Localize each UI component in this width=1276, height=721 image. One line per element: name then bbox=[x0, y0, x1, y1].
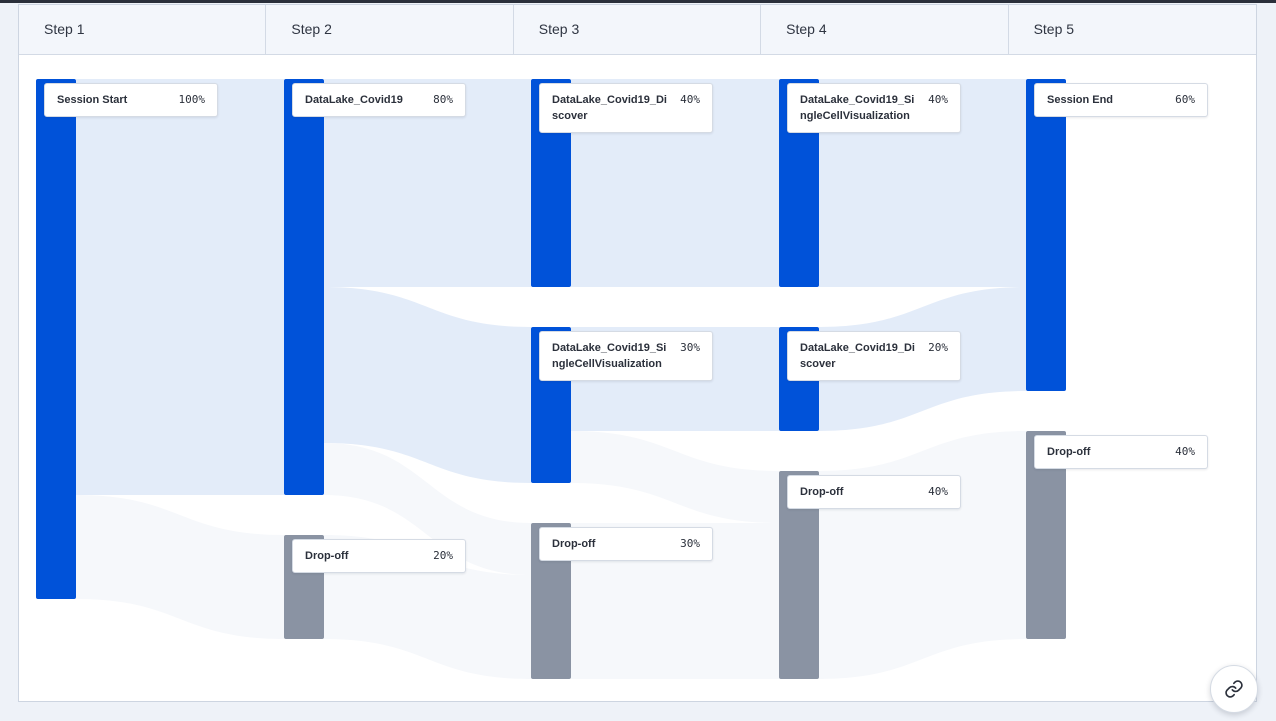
node-bar-s2_covid[interactable] bbox=[284, 79, 324, 495]
node-percentage: 30% bbox=[680, 341, 700, 354]
node-name: DataLake_Covid19_Discover bbox=[800, 342, 915, 370]
flow-link-s1_start-to-s2_drop[interactable] bbox=[76, 495, 284, 639]
node-name: Session Start bbox=[57, 94, 128, 106]
node-percentage: 40% bbox=[928, 93, 948, 106]
node-label-s5_drop[interactable]: Drop-off 40% bbox=[1034, 435, 1208, 469]
node-name: Drop-off bbox=[800, 486, 844, 498]
window-top-border bbox=[0, 0, 1276, 3]
node-label-s3_discover[interactable]: DataLake_Covid19_Discover 40% bbox=[539, 83, 713, 133]
node-name: DataLake_Covid19_SingleCellVisualization bbox=[800, 94, 915, 122]
node-percentage: 20% bbox=[928, 341, 948, 354]
node-name: DataLake_Covid19_SingleCellVisualization bbox=[552, 342, 667, 370]
node-percentage: 60% bbox=[1175, 93, 1195, 106]
flow-link-s4_drop-to-s5_drop[interactable] bbox=[819, 431, 1026, 679]
node-label-s2_covid[interactable]: DataLake_Covid19 80% bbox=[292, 83, 466, 117]
node-name: DataLake_Covid19 bbox=[305, 94, 403, 106]
flow-link-s1_start-to-s2_covid[interactable] bbox=[76, 79, 284, 495]
node-name: DataLake_Covid19_Discover bbox=[552, 94, 667, 122]
link-icon bbox=[1225, 680, 1243, 698]
copy-link-button[interactable] bbox=[1210, 665, 1258, 713]
node-percentage: 40% bbox=[1175, 445, 1195, 458]
node-label-s5_end[interactable]: Session End 60% bbox=[1034, 83, 1208, 117]
node-percentage: 100% bbox=[178, 93, 206, 106]
node-label-s3_drop[interactable]: Drop-off 30% bbox=[539, 527, 713, 561]
node-percentage: 40% bbox=[680, 93, 700, 106]
node-percentage: 30% bbox=[680, 537, 700, 550]
node-label-s2_drop[interactable]: Drop-off 20% bbox=[292, 539, 466, 573]
node-label-s4_single[interactable]: DataLake_Covid19_SingleCellVisualization… bbox=[787, 83, 961, 133]
node-label-s4_drop[interactable]: Drop-off 40% bbox=[787, 475, 961, 509]
node-label-s1_start[interactable]: Session Start 100% bbox=[44, 83, 218, 117]
node-percentage: 80% bbox=[433, 93, 453, 106]
node-name: Session End bbox=[1047, 94, 1114, 106]
flows-chart-panel: Step 1 Step 2 Step 3 Step 4 Step 5 Sessi… bbox=[18, 4, 1257, 702]
node-bar-s1_start[interactable] bbox=[36, 79, 76, 599]
node-name: Drop-off bbox=[1047, 446, 1091, 458]
node-percentage: 40% bbox=[928, 485, 948, 498]
node-name: Drop-off bbox=[305, 550, 349, 562]
node-label-s3_single[interactable]: DataLake_Covid19_SingleCellVisualization… bbox=[539, 331, 713, 381]
node-bar-s5_end[interactable] bbox=[1026, 79, 1066, 391]
node-name: Drop-off bbox=[552, 538, 596, 550]
node-percentage: 20% bbox=[433, 549, 453, 562]
flow-link-s3_single-to-s4_drop[interactable] bbox=[571, 431, 779, 523]
node-label-s4_discover[interactable]: DataLake_Covid19_Discover 20% bbox=[787, 331, 961, 381]
